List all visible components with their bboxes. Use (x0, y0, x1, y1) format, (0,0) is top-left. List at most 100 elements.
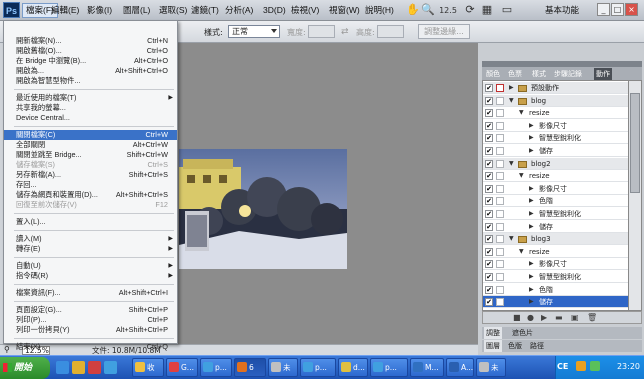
new-action-icon[interactable]: ▣ (571, 313, 579, 322)
taskbar-window-button[interactable]: d... (338, 358, 368, 377)
file-menu-item[interactable]: 關閉檔案(C) Ctrl+W (4, 130, 177, 140)
taskbar-window-button[interactable]: M... (410, 358, 444, 377)
expand-triangle-icon[interactable]: ▶ (529, 120, 534, 132)
file-menu-item[interactable]: 共享我的螢幕... (4, 103, 177, 113)
photoshop-logo[interactable]: Ps (3, 2, 20, 18)
minimize-icon[interactable]: _ (597, 3, 610, 16)
collapse-triangle-icon[interactable]: ▼ (509, 95, 514, 107)
hand-tool-icon[interactable]: ✋ (406, 3, 420, 17)
action-row[interactable]: ✔ ▶ 色階 (483, 284, 629, 296)
action-row[interactable]: ✔ ▶ 影像尺寸 (483, 120, 629, 132)
taskbar-window-button[interactable]: 未 (476, 358, 506, 377)
file-menu-item[interactable]: 開啟舊檔(O)... Ctrl+O (4, 46, 177, 56)
toggle-checkbox[interactable]: ✔ (485, 222, 493, 231)
ime-indicator[interactable]: CE (557, 362, 568, 371)
quicklaunch-folder-icon[interactable] (72, 361, 85, 374)
expand-triangle-icon[interactable]: ▶ (529, 145, 534, 157)
file-menu-item[interactable]: 存回... (4, 180, 177, 190)
toggle-checkbox[interactable]: ✔ (485, 147, 493, 155)
menu-filter[interactable]: 濾鏡(T) (188, 4, 222, 17)
file-menu-item[interactable]: 列印(P)... Ctrl+P (4, 315, 177, 325)
expand-triangle-icon[interactable]: ▶ (529, 132, 534, 144)
panel-tab[interactable]: 調整 (484, 327, 502, 339)
scrollbar-thumb[interactable] (630, 93, 640, 193)
document-photo[interactable] (179, 149, 347, 269)
toggle-checkbox[interactable]: ✔ (485, 210, 493, 218)
quicklaunch-app-icon[interactable] (88, 361, 101, 374)
toggle-checkbox[interactable]: ✔ (485, 235, 493, 244)
style-select[interactable]: 正常 (228, 25, 280, 38)
file-menu-item[interactable]: 最近使用的檔案(T) ▶ (4, 93, 177, 103)
screen-mode-icon[interactable]: ▭ (500, 3, 514, 17)
expand-triangle-icon[interactable]: ▶ (529, 183, 534, 195)
zoom-tool-icon[interactable]: 🔍 (421, 3, 435, 17)
start-button[interactable]: 開始 (0, 357, 50, 379)
dialog-toggle[interactable] (496, 298, 504, 307)
toggle-checkbox[interactable]: ✔ (485, 247, 493, 256)
file-menu-item[interactable]: 檔案資訊(F)... Alt+Shift+Ctrl+I (4, 288, 177, 298)
action-row[interactable]: ✔ ▶ 儲存 (483, 296, 629, 309)
menu-view[interactable]: 檢視(V) (288, 4, 322, 17)
action-row[interactable]: ✔ ▼ resize (483, 246, 629, 258)
dialog-toggle[interactable] (496, 273, 504, 281)
zoom-level[interactable]: 12.5 (436, 4, 460, 17)
action-row[interactable]: ✔ ▼ resize (483, 107, 629, 120)
file-menu-item[interactable]: 結束(X) Ctrl+Q (4, 342, 177, 352)
close-icon[interactable]: × (625, 3, 638, 16)
taskbar-window-button[interactable]: 6 (234, 358, 266, 377)
taskbar-window-button[interactable]: p... (300, 358, 336, 377)
arrange-documents-icon[interactable]: ▦ (480, 3, 494, 17)
menu-window[interactable]: 視窗(W) (326, 4, 363, 17)
action-row[interactable]: ✔ ▼ blog (483, 94, 629, 107)
dialog-toggle[interactable] (496, 96, 504, 105)
file-menu-item[interactable]: 在 Bridge 中瀏覽(B)... Alt+Ctrl+O (4, 56, 177, 66)
taskbar-window-button[interactable]: G... (166, 358, 198, 377)
menu-3d[interactable]: 3D(D) (260, 4, 289, 17)
action-row[interactable]: ✔ ▼ blog2 (483, 157, 629, 170)
swap-icon[interactable]: ⇄ (341, 27, 349, 37)
file-menu-item[interactable]: 讀入(M) ▶ (4, 234, 177, 244)
toggle-checkbox[interactable]: ✔ (485, 134, 493, 143)
action-row[interactable]: ✔ ▶ 智慧型銳利化 (483, 132, 629, 145)
panel-tab[interactable]: 遮色片 (510, 327, 535, 339)
dialog-toggle[interactable] (496, 247, 504, 256)
file-menu-item[interactable]: 頁面設定(G)... Shift+Ctrl+P (4, 305, 177, 315)
file-menu-item[interactable]: 開啟為... Alt+Shift+Ctrl+O (4, 66, 177, 76)
action-row[interactable]: ✔ ▶ 智慧型銳利化 (483, 208, 629, 220)
file-menu-item[interactable]: 列印一份拷貝(Y) Alt+Shift+Ctrl+P (4, 325, 177, 335)
file-menu-item[interactable]: 另存新檔(A)... Shift+Ctrl+S (4, 170, 177, 180)
refine-edge-button[interactable]: 調整邊緣... (418, 24, 470, 39)
panel-tab[interactable]: 路徑 (528, 340, 546, 352)
panel-tab[interactable]: 樣式 (530, 68, 548, 80)
expand-triangle-icon[interactable]: ▶ (509, 82, 514, 94)
action-row[interactable]: ✔ ▶ 儲存 (483, 145, 629, 157)
quicklaunch-desktop-icon[interactable] (104, 361, 117, 374)
file-menu-item[interactable]: Device Central... (4, 113, 177, 123)
dialog-toggle[interactable] (496, 285, 504, 294)
play-icon[interactable]: ▶ (541, 313, 547, 322)
toggle-checkbox[interactable]: ✔ (485, 260, 493, 269)
action-row[interactable]: ✔ ▶ 色階 (483, 195, 629, 208)
new-set-icon[interactable]: ▬ (555, 313, 563, 322)
dialog-toggle[interactable] (496, 159, 504, 168)
toggle-checkbox[interactable]: ✔ (485, 298, 493, 307)
expand-triangle-icon[interactable]: ▶ (529, 284, 534, 296)
collapse-triangle-icon[interactable]: ▼ (519, 170, 524, 182)
quicklaunch-ie-icon[interactable] (56, 361, 69, 374)
toggle-checkbox[interactable]: ✔ (485, 96, 493, 105)
width-field[interactable] (308, 25, 335, 38)
file-menu-item[interactable]: 轉存(E) ▶ (4, 244, 177, 254)
action-row[interactable]: ✔ ▼ resize (483, 170, 629, 183)
toggle-checkbox[interactable]: ✔ (485, 184, 493, 193)
file-menu-item[interactable]: 全部關閉 Alt+Ctrl+W (4, 140, 177, 150)
action-row[interactable]: ✔ ▶ 影像尺寸 (483, 183, 629, 195)
delete-icon[interactable]: 🗑 (587, 313, 597, 322)
maximize-icon[interactable]: □ (611, 3, 624, 16)
action-row[interactable]: ✔ ▶ 影像尺寸 (483, 258, 629, 271)
menu-analysis[interactable]: 分析(A) (222, 4, 256, 17)
action-row[interactable]: ✔ ▶ 預設動作 (483, 82, 629, 94)
rotate-view-icon[interactable]: ⟳ (463, 3, 477, 17)
toggle-checkbox[interactable]: ✔ (485, 121, 493, 130)
dialog-toggle[interactable] (496, 172, 504, 181)
toggle-checkbox[interactable]: ✔ (485, 84, 493, 92)
